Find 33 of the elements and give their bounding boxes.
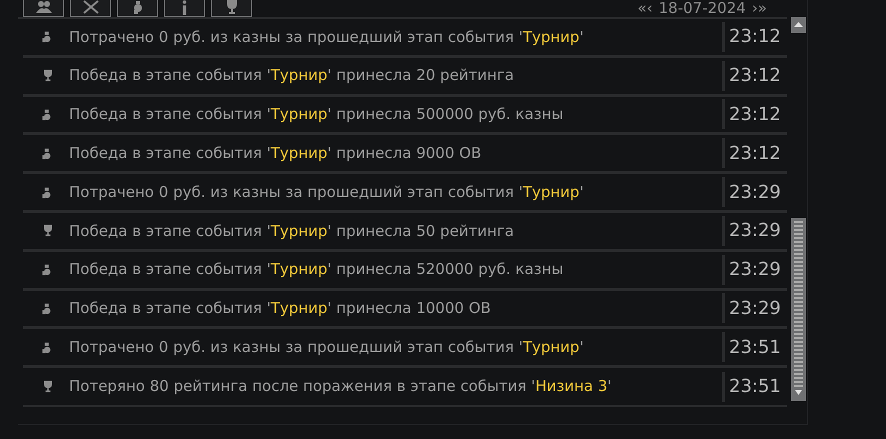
log-message: Потеряно 80 рейтинга после поражения в этапе события 'Низина 3': [69, 376, 613, 398]
previous-date-button[interactable]: «‹: [637, 1, 653, 16]
next-date-button[interactable]: ›»: [752, 1, 767, 16]
log-message: Потрачено 0 руб. из казны за прошедший этап события 'Турнир': [69, 182, 585, 203]
log-time: 23:12: [729, 64, 781, 88]
log-time: 23:29: [729, 219, 781, 244]
log-message: Победа в этапе события 'Турнир' принесла 500000 руб. казны: [69, 104, 564, 126]
info-icon: [182, 0, 187, 14]
toolbar-button[interactable]: [117, 0, 158, 17]
log-time: 23:29: [729, 258, 781, 282]
log-time: 23:12: [729, 102, 781, 127]
log-message: Победа в этапе события 'Турнир' принесла 10000 ОВ: [69, 298, 492, 320]
scroll-thumb[interactable]: [791, 218, 806, 401]
log-message: Потрачено 0 руб. из казны за прошедший этап события 'Турнир': [69, 337, 585, 358]
log-message: Победа в этапе события 'Турнир' принесла 50 рейтинга: [69, 220, 515, 242]
log-message: Победа в этапе события 'Турнир' принесла 520000 руб. казны: [69, 259, 564, 280]
toolbar-button[interactable]: [164, 0, 205, 17]
log-time: 23:12: [729, 25, 781, 50]
log-time: 23:29: [729, 180, 781, 205]
scroll-up-button[interactable]: [791, 17, 806, 33]
date-label: 18-07-2024: [658, 1, 746, 16]
log-message: Победа в этапе события 'Турнир' принесла 9000 ОВ: [69, 143, 482, 164]
log-message: Потрачено 0 руб. из казны за прошедший этап события 'Турнир': [69, 26, 585, 48]
log-message: Победа в этапе события 'Турнир' принесла 20 рейтинга: [69, 65, 515, 86]
toolbar-button[interactable]: [211, 0, 252, 17]
toolbar-button[interactable]: [70, 0, 111, 17]
toolbar-button[interactable]: [23, 0, 64, 17]
log-time: 23:12: [729, 142, 781, 166]
log-time: 23:51: [729, 375, 781, 400]
people-icon: [34, 0, 54, 15]
log-time: 23:29: [729, 296, 781, 321]
log-time: 23:51: [729, 336, 781, 360]
crossed-swords-icon: [80, 0, 100, 15]
